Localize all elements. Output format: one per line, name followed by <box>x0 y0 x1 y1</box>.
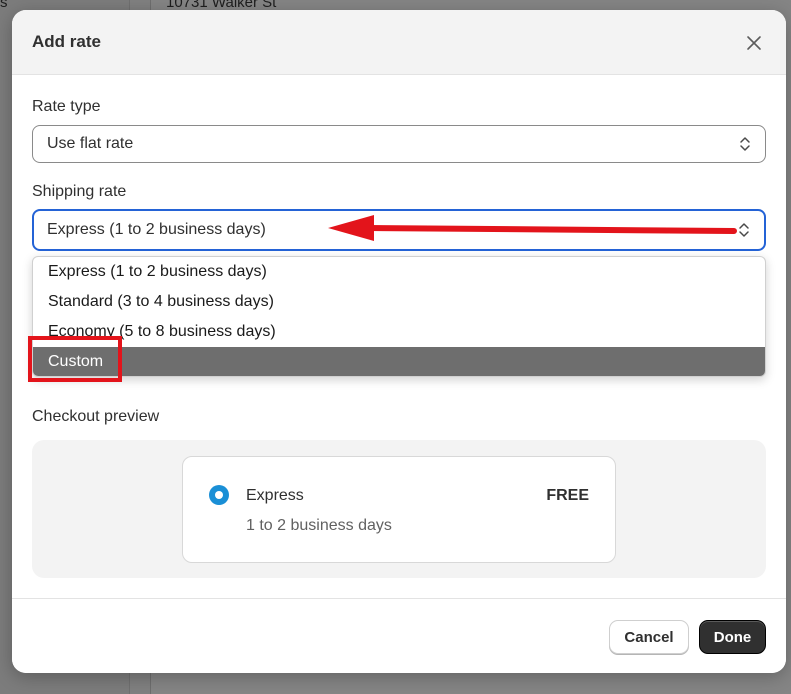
option-economy[interactable]: Economy (5 to 8 business days) <box>33 317 765 347</box>
add-rate-modal: Add rate Rate type Use flat rate Shippin… <box>12 10 786 673</box>
modal-footer: Cancel Done <box>12 598 786 673</box>
select-chevron-icon <box>740 137 750 151</box>
option-express[interactable]: Express (1 to 2 business days) <box>33 257 765 287</box>
checkout-preview-label: Checkout preview <box>32 408 160 425</box>
rate-type-select[interactable]: Use flat rate <box>32 125 766 163</box>
preview-rate-price: FREE <box>546 487 589 504</box>
rate-type-value: Use flat rate <box>47 135 134 152</box>
preview-rate-subtitle: 1 to 2 business days <box>246 517 392 534</box>
done-button[interactable]: Done <box>699 620 766 654</box>
modal-title: Add rate <box>32 32 101 51</box>
option-custom[interactable]: Custom <box>33 347 765 376</box>
close-button[interactable] <box>740 29 768 57</box>
annotation-arrow-icon <box>328 215 737 241</box>
cancel-button[interactable]: Cancel <box>609 620 689 654</box>
preview-rate-name: Express <box>246 487 304 504</box>
shipping-rate-label: Shipping rate <box>32 183 127 200</box>
background-sidebar-text: s <box>0 0 8 11</box>
preview-rate-card: Express FREE 1 to 2 business days <box>182 456 616 563</box>
radio-selected-icon <box>209 485 229 505</box>
close-icon <box>747 36 761 50</box>
checkout-preview-box: Express FREE 1 to 2 business days <box>32 440 766 578</box>
modal-header: Add rate <box>12 10 786 75</box>
annotation-highlight-box <box>28 336 122 382</box>
shipping-rate-value: Express (1 to 2 business days) <box>47 221 266 238</box>
shipping-rate-dropdown: Express (1 to 2 business days) Standard … <box>32 256 766 377</box>
rate-type-label: Rate type <box>32 98 101 115</box>
option-standard[interactable]: Standard (3 to 4 business days) <box>33 287 765 317</box>
